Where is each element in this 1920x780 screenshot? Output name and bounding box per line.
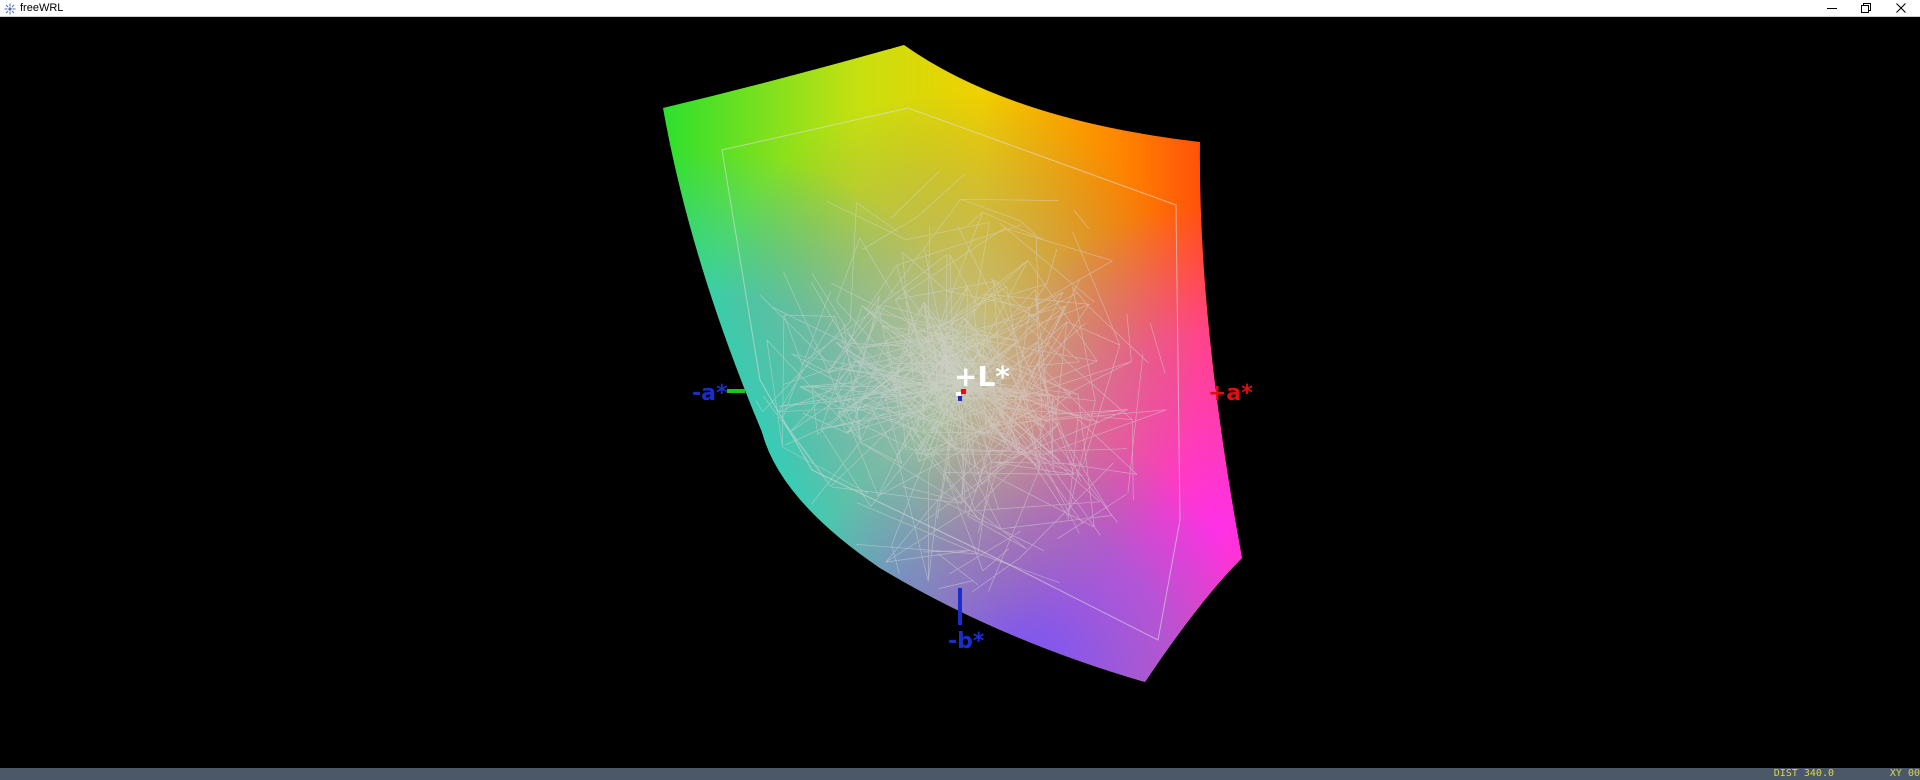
navigation-mode-readout: XY 00 (1889, 768, 1920, 779)
3d-viewport[interactable]: +L* -a* +a* -b* (0, 17, 1920, 768)
title-bar[interactable]: freeWRL (0, 0, 1920, 17)
window-title: freeWRL (20, 2, 64, 14)
plus-a-label: +a* (1208, 381, 1253, 406)
minimize-button[interactable] (1815, 0, 1849, 16)
close-icon (1896, 3, 1906, 13)
minus-b-label: -b* (948, 629, 985, 654)
distance-readout: DIST 340.0 (1773, 768, 1834, 779)
plus-l-label: +L* (954, 360, 1010, 393)
minimize-icon (1827, 8, 1837, 9)
origin-marker-blue (958, 396, 962, 401)
minus-a-label: -a* (692, 381, 728, 406)
gamut-solid (663, 45, 1242, 682)
restore-button[interactable] (1849, 0, 1883, 16)
close-button[interactable] (1884, 0, 1918, 16)
gamut-scene: +L* -a* +a* -b* (663, 45, 1253, 682)
freewrl-app-icon (4, 2, 16, 15)
restore-icon (1861, 3, 1871, 13)
status-bar: DIST 340.0 XY 00 (0, 768, 1920, 780)
